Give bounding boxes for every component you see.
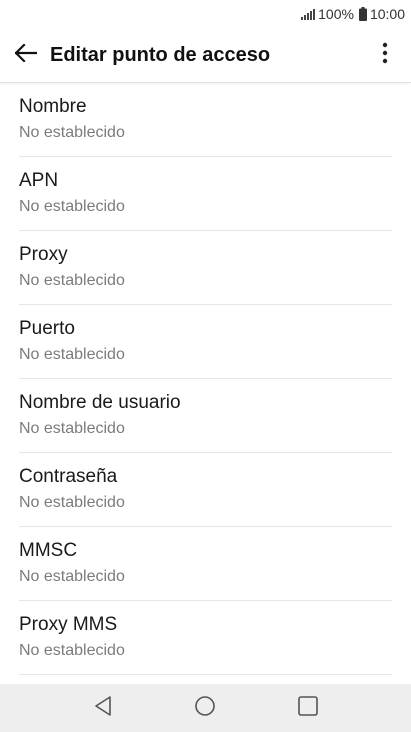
clock: 10:00 [369,6,405,22]
status-bar: 100% 10:00 [0,0,411,28]
setting-title: Contraseña [19,466,118,487]
setting-item-proxy[interactable]: Proxy No establecido [19,231,392,305]
page-title: Editar punto de acceso [50,43,271,66]
setting-item-contrasena[interactable]: Contraseña No establecido [19,453,392,527]
setting-item-puerto[interactable]: Puerto No establecido [19,305,392,379]
setting-item-nombre-de-usuario[interactable]: Nombre de usuario No establecido [19,379,392,453]
signal-icon [301,8,316,20]
setting-value: No establecido [19,494,125,511]
setting-value: No establecido [19,642,125,659]
setting-item-proxy-mms[interactable]: Proxy MMS No establecido [19,601,392,675]
setting-item-nombre[interactable]: Nombre No establecido [19,83,392,157]
overflow-menu-icon [382,42,388,69]
setting-item-apn[interactable]: APN No establecido [19,157,392,231]
settings-list: Nombre No establecido APN No establecido… [0,83,411,684]
setting-title: Nombre [19,96,87,117]
battery-percent: 100% [318,6,354,22]
setting-value: No establecido [19,272,125,289]
recents-square-icon [297,695,319,722]
arrow-left-icon [14,42,38,67]
nav-recents-button[interactable] [284,684,332,732]
app-bar: Editar punto de acceso [0,28,411,83]
nav-back-button[interactable] [79,684,127,732]
overflow-menu-button[interactable] [365,35,405,75]
screen: 100% 10:00 Editar punto de acceso Nombre… [0,0,411,732]
setting-value: No establecido [19,346,125,363]
battery-icon [358,7,367,21]
navigation-bar [0,684,411,732]
setting-title: APN [19,170,59,191]
setting-value: No establecido [19,420,125,437]
setting-title: Puerto [19,318,75,339]
setting-title: Proxy [19,244,68,265]
home-circle-icon [194,695,216,722]
setting-value: No establecido [19,568,125,585]
setting-title: MMSC [19,540,78,561]
setting-title: Proxy MMS [19,614,118,635]
setting-item-mmsc[interactable]: MMSC No establecido [19,527,392,601]
setting-title: Nombre de usuario [19,392,181,413]
back-triangle-icon [93,695,113,722]
nav-home-button[interactable] [181,684,229,732]
setting-value: No establecido [19,198,125,215]
setting-value: No establecido [19,124,125,141]
back-button[interactable] [6,35,46,75]
